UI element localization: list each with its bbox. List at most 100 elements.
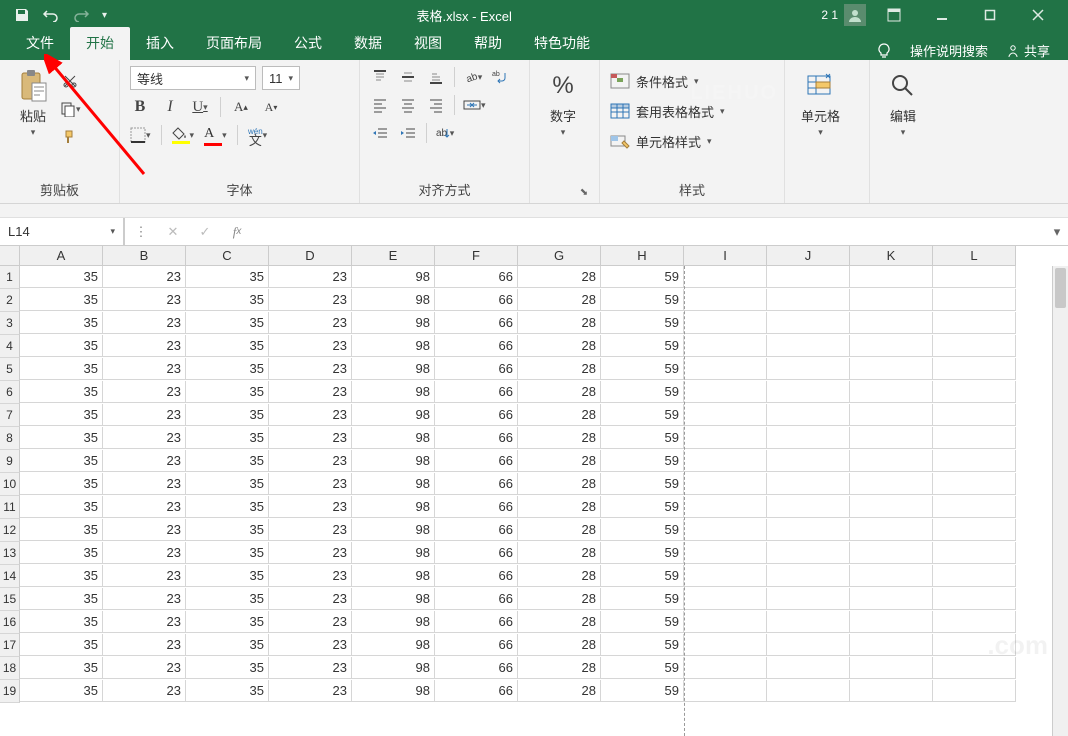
share-button[interactable]: 共享	[1006, 41, 1050, 60]
column-header[interactable]: F	[435, 246, 518, 266]
close-icon[interactable]	[1018, 2, 1058, 28]
cell[interactable]: 35	[186, 427, 269, 449]
column-header[interactable]: E	[352, 246, 435, 266]
cell[interactable]	[850, 358, 933, 380]
lightbulb-icon[interactable]	[876, 43, 892, 59]
cell[interactable]	[684, 335, 767, 357]
cell[interactable]	[767, 289, 850, 311]
cell[interactable]	[933, 519, 1016, 541]
redo-icon[interactable]	[72, 8, 90, 22]
copy-icon[interactable]	[60, 98, 81, 120]
cell[interactable]	[767, 427, 850, 449]
cell[interactable]: 35	[186, 312, 269, 334]
cell[interactable]: 28	[518, 588, 601, 610]
cell[interactable]	[767, 634, 850, 656]
cell[interactable]: 59	[601, 519, 684, 541]
cell[interactable]: 23	[103, 450, 186, 472]
cell[interactable]: 23	[103, 473, 186, 495]
cell[interactable]: 23	[269, 404, 352, 426]
ribbon-display-options-icon[interactable]	[874, 2, 914, 28]
cell[interactable]: 28	[518, 657, 601, 679]
cell[interactable]	[933, 473, 1016, 495]
column-header[interactable]: C	[186, 246, 269, 266]
cell[interactable]: 23	[269, 427, 352, 449]
cell[interactable]: 28	[518, 542, 601, 564]
cell[interactable]: 23	[103, 404, 186, 426]
cell[interactable]	[850, 680, 933, 702]
row-header[interactable]: 19	[0, 680, 20, 703]
cell[interactable]: 35	[186, 496, 269, 518]
cell[interactable]: 23	[103, 657, 186, 679]
cell[interactable]: 98	[352, 450, 435, 472]
row-header[interactable]: 4	[0, 335, 20, 358]
cell[interactable]: 98	[352, 657, 435, 679]
cell[interactable]: 35	[20, 496, 103, 518]
cell[interactable]	[850, 473, 933, 495]
cell[interactable]	[850, 450, 933, 472]
cell[interactable]: 59	[601, 657, 684, 679]
cell[interactable]: 35	[186, 542, 269, 564]
cell[interactable]: 35	[186, 289, 269, 311]
cell[interactable]: 66	[435, 381, 518, 403]
cell[interactable]	[933, 335, 1016, 357]
cell[interactable]: 23	[103, 634, 186, 656]
cell[interactable]: 35	[186, 404, 269, 426]
cell[interactable]: 35	[20, 473, 103, 495]
cell[interactable]: 35	[20, 519, 103, 541]
cut-icon[interactable]	[60, 70, 81, 92]
cell[interactable]	[850, 588, 933, 610]
cell[interactable]: 35	[20, 404, 103, 426]
cell[interactable]: 35	[20, 335, 103, 357]
cell[interactable]	[933, 266, 1016, 288]
undo-icon[interactable]	[42, 8, 60, 22]
cell[interactable]: 23	[103, 680, 186, 702]
cell[interactable]: 23	[269, 657, 352, 679]
tab-home[interactable]: 开始	[70, 27, 130, 60]
bold-button[interactable]: B	[130, 96, 150, 118]
cell[interactable]: 98	[352, 611, 435, 633]
cell[interactable]: 35	[20, 680, 103, 702]
merge-center-icon[interactable]	[463, 94, 486, 116]
cell[interactable]	[684, 404, 767, 426]
row-header[interactable]: 17	[0, 634, 20, 657]
cell[interactable]	[933, 588, 1016, 610]
cell[interactable]	[933, 565, 1016, 587]
cells-button[interactable]: 单元格 ▾	[795, 66, 846, 140]
borders-icon[interactable]	[130, 124, 151, 146]
cell[interactable]	[933, 289, 1016, 311]
cell[interactable]	[850, 335, 933, 357]
orientation-rtl-icon[interactable]: ab	[435, 122, 455, 144]
cell[interactable]: 23	[269, 335, 352, 357]
cell[interactable]	[684, 473, 767, 495]
cell[interactable]	[767, 611, 850, 633]
cell[interactable]	[684, 611, 767, 633]
row-header[interactable]: 6	[0, 381, 20, 404]
cell[interactable]: 59	[601, 312, 684, 334]
align-center-icon[interactable]	[398, 94, 418, 116]
row-header[interactable]: 3	[0, 312, 20, 335]
cell[interactable]: 23	[103, 611, 186, 633]
cell[interactable]: 98	[352, 404, 435, 426]
cell[interactable]: 35	[20, 427, 103, 449]
cell[interactable]: 66	[435, 588, 518, 610]
cell[interactable]: 59	[601, 565, 684, 587]
tab-file[interactable]: 文件	[10, 27, 70, 60]
cell[interactable]: 35	[186, 358, 269, 380]
cell[interactable]: 66	[435, 634, 518, 656]
cell[interactable]: 59	[601, 289, 684, 311]
cell[interactable]	[850, 289, 933, 311]
cell[interactable]	[850, 496, 933, 518]
cell[interactable]	[767, 450, 850, 472]
cell[interactable]: 23	[269, 358, 352, 380]
fx-icon[interactable]: fx	[221, 218, 253, 245]
cell[interactable]: 23	[103, 266, 186, 288]
cell[interactable]: 66	[435, 565, 518, 587]
cell[interactable]: 59	[601, 266, 684, 288]
maximize-icon[interactable]	[970, 2, 1010, 28]
cell[interactable]: 59	[601, 381, 684, 403]
cell[interactable]: 98	[352, 634, 435, 656]
cell[interactable]: 35	[20, 611, 103, 633]
cell[interactable]: 28	[518, 565, 601, 587]
cell[interactable]	[933, 427, 1016, 449]
cell[interactable]: 23	[103, 519, 186, 541]
